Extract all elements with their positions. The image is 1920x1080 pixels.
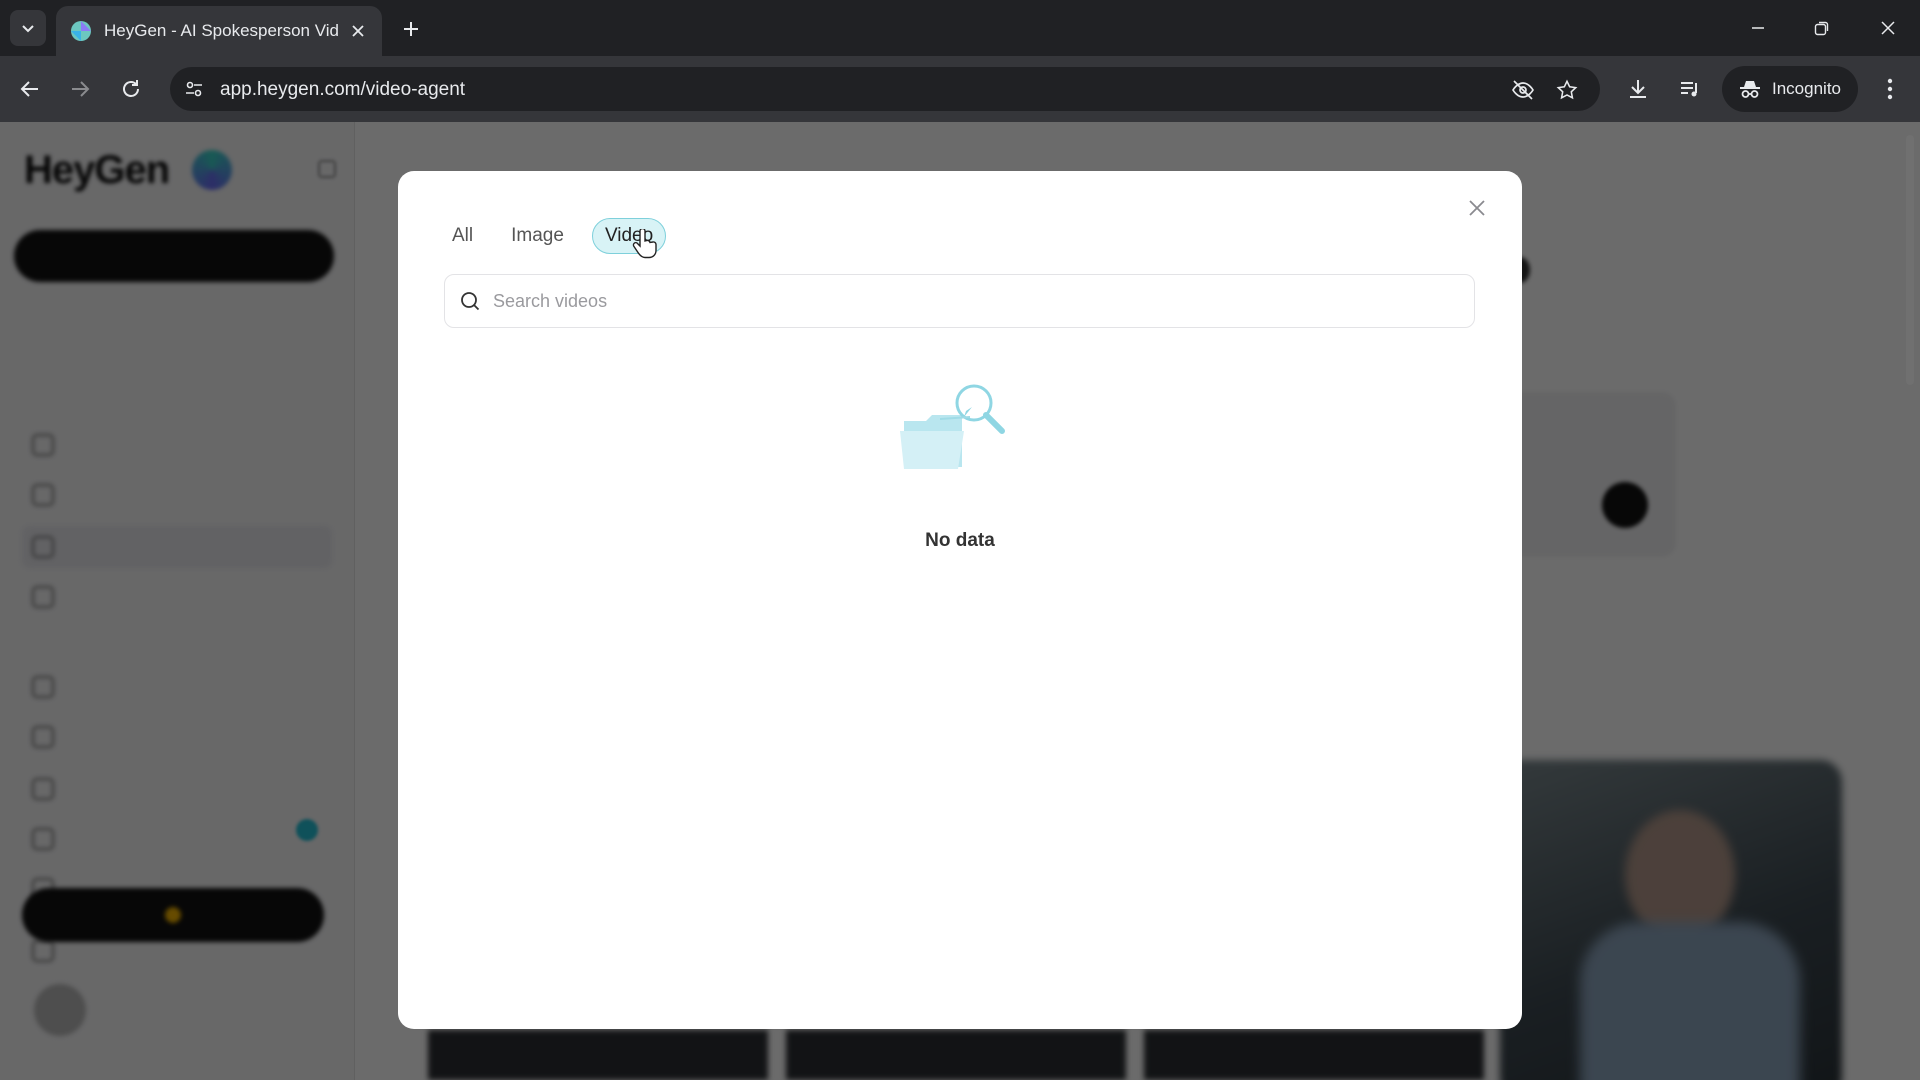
empty-state-text: No data xyxy=(925,530,995,551)
hand-cursor-icon xyxy=(632,229,657,259)
star-icon[interactable] xyxy=(1554,77,1580,103)
browser-tab-active[interactable]: HeyGen - AI Spokesperson Vide xyxy=(56,6,382,56)
incognito-label: Incognito xyxy=(1772,79,1841,98)
url-text: app.heygen.com/video-agent xyxy=(220,79,466,100)
restore-icon[interactable] xyxy=(1798,8,1846,48)
back-icon[interactable] xyxy=(12,71,48,107)
search-input[interactable] xyxy=(493,290,1474,312)
incognito-indicator[interactable]: Incognito xyxy=(1722,66,1858,112)
minimize-icon[interactable] xyxy=(1734,8,1782,48)
browser-toolbar: app.heygen.com/video-agent Incognito xyxy=(0,56,1920,122)
media-picker-modal: All Image Video No data xyxy=(398,171,1522,1029)
forward-icon[interactable] xyxy=(62,71,98,107)
media-control-icon[interactable] xyxy=(1674,73,1706,105)
page-scrollbar[interactable] xyxy=(1906,135,1914,385)
address-bar[interactable]: app.heygen.com/video-agent xyxy=(170,67,1600,111)
eye-off-icon[interactable] xyxy=(1510,77,1536,103)
more-vert-icon[interactable] xyxy=(1874,73,1906,105)
browser-tabbar: HeyGen - AI Spokesperson Vide xyxy=(0,0,1920,56)
close-icon[interactable] xyxy=(346,19,370,43)
plus-icon[interactable] xyxy=(396,14,426,44)
search-box xyxy=(444,274,1475,328)
tab-image[interactable]: Image xyxy=(499,218,576,254)
chevron-down-icon xyxy=(22,25,34,33)
tab-title: HeyGen - AI Spokesperson Vide xyxy=(104,21,338,40)
empty-folder-search-icon xyxy=(900,384,1005,469)
incognito-icon xyxy=(1740,81,1760,98)
site-settings-icon[interactable] xyxy=(182,77,206,101)
tab-all[interactable]: All xyxy=(440,218,485,254)
download-icon[interactable] xyxy=(1622,73,1654,105)
heygen-favicon xyxy=(71,21,91,41)
close-window-icon[interactable] xyxy=(1864,8,1912,48)
close-icon[interactable] xyxy=(1462,193,1492,223)
reload-icon[interactable] xyxy=(113,71,149,107)
tab-search-button[interactable] xyxy=(10,10,46,46)
search-icon xyxy=(459,290,481,312)
